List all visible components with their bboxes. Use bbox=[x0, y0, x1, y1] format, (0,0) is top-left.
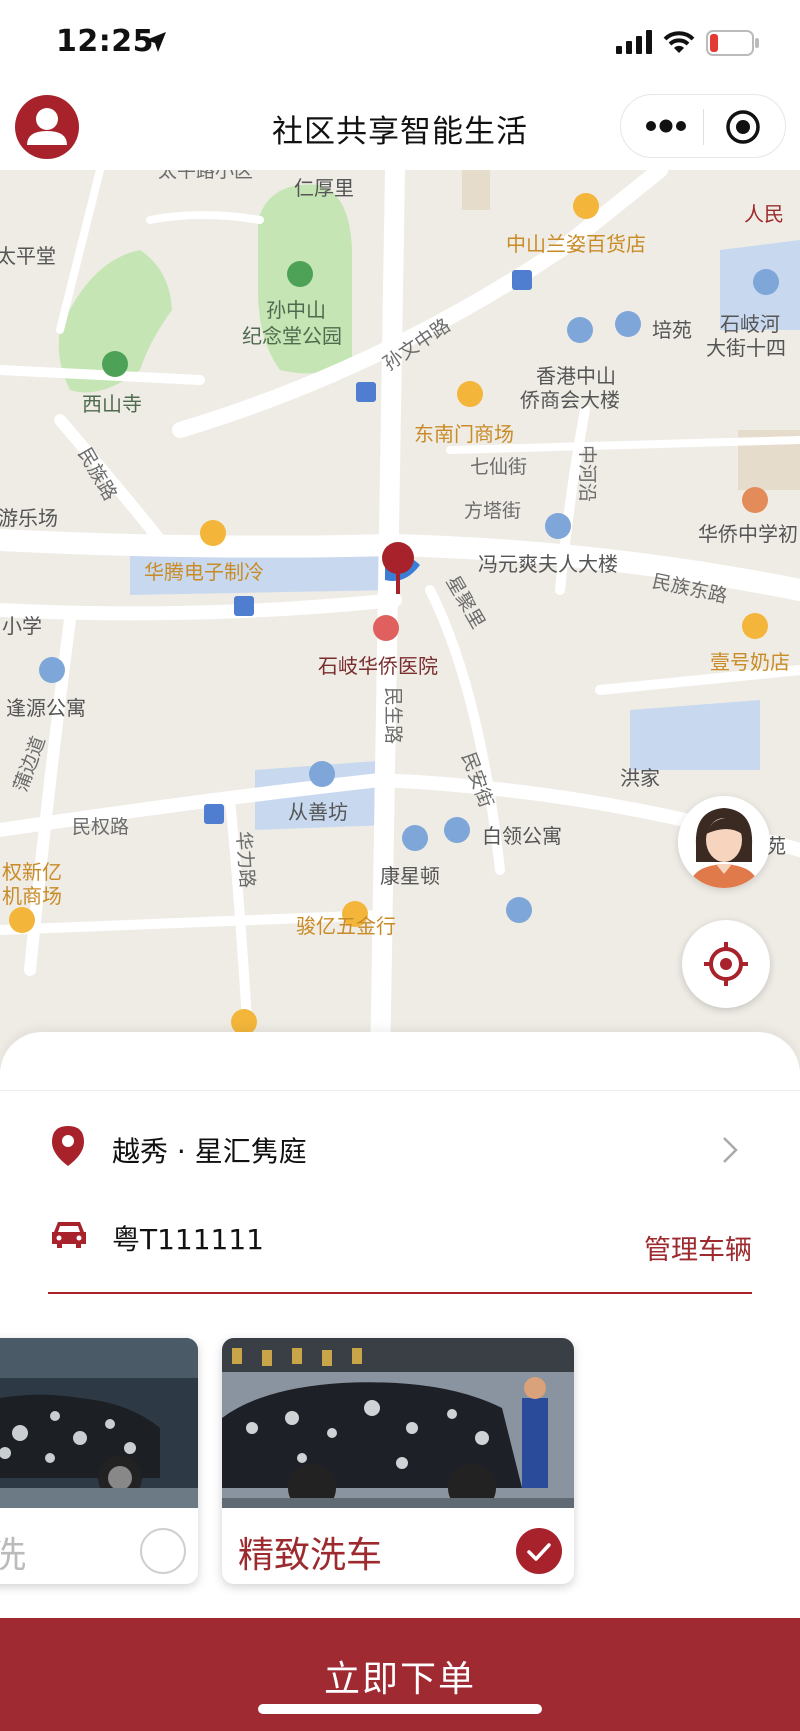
chevron-right-icon bbox=[723, 1137, 738, 1163]
map-label: 中山兰姿百货店 bbox=[506, 232, 646, 256]
assistant-avatar[interactable] bbox=[678, 796, 770, 888]
license-plate: 粤T111111 bbox=[112, 1223, 264, 1256]
map-label: 中河沿 bbox=[576, 444, 599, 503]
map-label: 华力路 bbox=[232, 830, 258, 889]
map-label: 从善坊 bbox=[288, 800, 348, 824]
location-pin-icon bbox=[52, 1126, 84, 1166]
wifi-icon bbox=[663, 31, 695, 53]
cellular-signal-icon bbox=[616, 30, 652, 54]
map-label: 逢源公寓 bbox=[6, 696, 86, 720]
map-label: 华腾电子制冷 bbox=[144, 560, 264, 584]
service-card[interactable]: 洗 bbox=[0, 1338, 198, 1584]
map-label: 培苑 bbox=[652, 318, 692, 342]
map-label: 民权路 bbox=[72, 816, 130, 838]
service-card-selected[interactable]: 精致洗车 bbox=[222, 1338, 574, 1584]
map-label: 华侨中学初 bbox=[698, 522, 798, 546]
vehicle-row: 粤T111111 管理车辆 bbox=[0, 1200, 800, 1280]
locate-icon bbox=[704, 942, 748, 986]
map-view[interactable]: 太平路小区 仁厚里 人民 太平堂 中山兰姿百货店 孙中山 纪念堂公园 孙文中路 … bbox=[0, 170, 800, 1070]
map-label: 白领公寓 bbox=[482, 824, 562, 848]
map-label: 侨商会大楼 bbox=[520, 388, 620, 412]
service-name: 精致洗车 bbox=[238, 1535, 383, 1576]
map-label: 石岐华侨医院 bbox=[318, 654, 438, 678]
map-background bbox=[0, 170, 800, 1070]
place-order-button[interactable]: 立即下单 bbox=[0, 1618, 800, 1731]
service-radio-selected[interactable] bbox=[516, 1528, 562, 1574]
map-label: 纪念堂公园 bbox=[242, 324, 342, 348]
status-bar: 12:25 bbox=[0, 0, 800, 86]
car-wash-photo bbox=[222, 1338, 574, 1508]
map-label: 壹号奶店 bbox=[710, 650, 790, 674]
service-name: 洗 bbox=[0, 1535, 27, 1576]
home-indicator bbox=[258, 1704, 542, 1714]
map-label: 方塔街 bbox=[464, 500, 522, 522]
service-radio-unselected[interactable] bbox=[140, 1528, 186, 1574]
map-label: 游乐场 bbox=[0, 506, 58, 530]
car-icon bbox=[52, 1222, 86, 1248]
target-icon[interactable] bbox=[724, 108, 762, 146]
map-label: 大街十四 bbox=[706, 336, 786, 360]
map-label: 仁厚里 bbox=[294, 176, 354, 200]
capsule-divider bbox=[703, 109, 704, 145]
divider bbox=[0, 1090, 800, 1091]
assistant-avatar-icon bbox=[678, 796, 770, 888]
map-label: 冯元爽夫人大楼 bbox=[478, 552, 618, 576]
map-label: 人民 bbox=[744, 202, 784, 226]
map-label: 洪家 bbox=[620, 766, 660, 790]
map-label: 康星顿 bbox=[380, 864, 440, 888]
map-label: 骏亿五金行 bbox=[296, 914, 396, 938]
manage-vehicles-link[interactable]: 管理车辆 bbox=[644, 1228, 752, 1267]
map-label: 太平堂 bbox=[0, 244, 56, 268]
service-address: 越秀 · 星汇隽庭 bbox=[112, 1135, 307, 1168]
divider bbox=[48, 1292, 752, 1294]
more-dots-icon[interactable] bbox=[643, 109, 689, 143]
map-label: 太平路小区 bbox=[158, 170, 254, 182]
locate-button[interactable] bbox=[682, 920, 770, 1008]
service-address-row[interactable]: 越秀 · 星汇隽庭 bbox=[0, 1112, 800, 1192]
place-order-label: 立即下单 bbox=[323, 1658, 476, 1699]
map-label: 小学 bbox=[2, 614, 42, 638]
car-wash-photo bbox=[0, 1338, 198, 1508]
location-arrow-icon bbox=[146, 32, 166, 52]
battery-icon bbox=[706, 30, 759, 56]
map-label: 机商场 bbox=[2, 884, 62, 908]
nav-bar: 社区共享智能生活 bbox=[0, 86, 800, 170]
miniprogram-capsule bbox=[620, 94, 786, 158]
map-label: 西山寺 bbox=[82, 392, 142, 416]
checkmark-icon bbox=[527, 1543, 551, 1561]
map-label: 东南门商场 bbox=[414, 422, 514, 446]
map-label: 民生路 bbox=[382, 686, 405, 745]
map-label: 孙中山 bbox=[266, 298, 326, 322]
map-label: 七仙街 bbox=[470, 456, 528, 478]
status-time: 12:25 bbox=[56, 24, 154, 59]
